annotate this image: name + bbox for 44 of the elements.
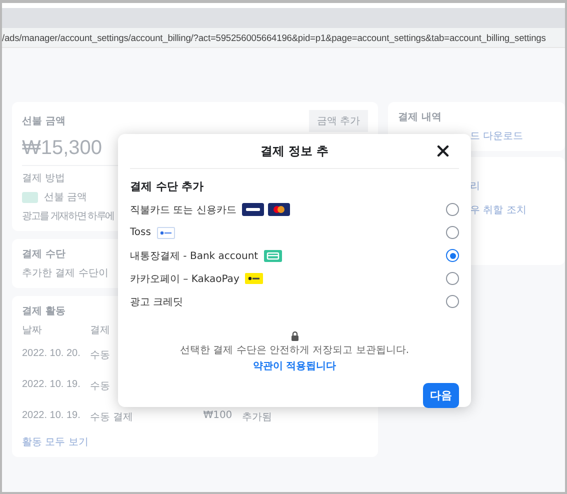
radio-button[interactable] (446, 249, 459, 262)
close-icon[interactable] (437, 145, 449, 157)
table-cell-text: 2022. 10. 19. (22, 410, 80, 423)
table-cell-text: 수동 (90, 349, 110, 362)
column-header: 결제 (90, 324, 110, 337)
table-cell-text: 수동 결제 (90, 411, 134, 424)
card-title: 결제 내역 (398, 111, 442, 124)
radio-button[interactable] (446, 272, 459, 285)
action-link[interactable]: 우 취할 조치 (470, 203, 526, 217)
bank-card-icon (264, 250, 282, 262)
radio-button[interactable] (446, 295, 459, 308)
method-label: 결제 방법 (22, 172, 66, 185)
table-cell-text: 추가됨 (242, 411, 272, 424)
download-link[interactable]: 드 다운로드 (470, 129, 524, 143)
option-label: Toss (130, 227, 151, 238)
prepaid-amount: ₩15,300 (22, 137, 102, 160)
mastercard-icon (268, 203, 290, 216)
next-button[interactable]: 다음 (423, 383, 459, 408)
terms-link[interactable]: 약관이 적용됩니다 (252, 359, 336, 373)
dialog-title: 결제 정보 추 (260, 142, 329, 160)
table-cell-text: 수동 (90, 380, 110, 393)
wallet-icon (22, 192, 38, 202)
option-label: 직불카드 또는 신용카드 (130, 204, 236, 216)
column-header: 날짜 (22, 324, 43, 337)
option-label: 카카오페이 – KakaoPay (130, 272, 240, 286)
radio-button[interactable] (446, 226, 459, 239)
card-title: 선불 금액 (22, 115, 66, 128)
security-note: 선택한 결제 수단은 안전하게 저장되고 보관됩니다. (180, 344, 410, 357)
add-amount-button[interactable]: 금액 추가 (308, 110, 368, 132)
table-cell-text: ₩100 (203, 410, 232, 423)
radio-button[interactable] (446, 203, 459, 216)
card-title: 결제 수단 (22, 248, 66, 261)
action-link[interactable]: 리 (470, 179, 480, 193)
table-cell-text: 2022. 10. 20. (22, 348, 80, 361)
card-title: 결제 활동 (22, 305, 66, 318)
empty-note: 추가한 결제 수단이 (22, 267, 108, 280)
table-cell-text: 2022. 10. 19. (22, 379, 80, 392)
lock-icon (290, 331, 298, 341)
section-title: 결제 수단 추가 (130, 179, 205, 194)
method-note: 광고를 게재하면 하루에 (22, 210, 114, 223)
option-label: 내통장결제 - Bank account (130, 250, 258, 262)
view-all-link[interactable]: 활동 모두 보기 (22, 435, 88, 449)
option-label: 광고 크레딧 (130, 296, 184, 308)
method-value: 선불 금액 (44, 191, 88, 204)
